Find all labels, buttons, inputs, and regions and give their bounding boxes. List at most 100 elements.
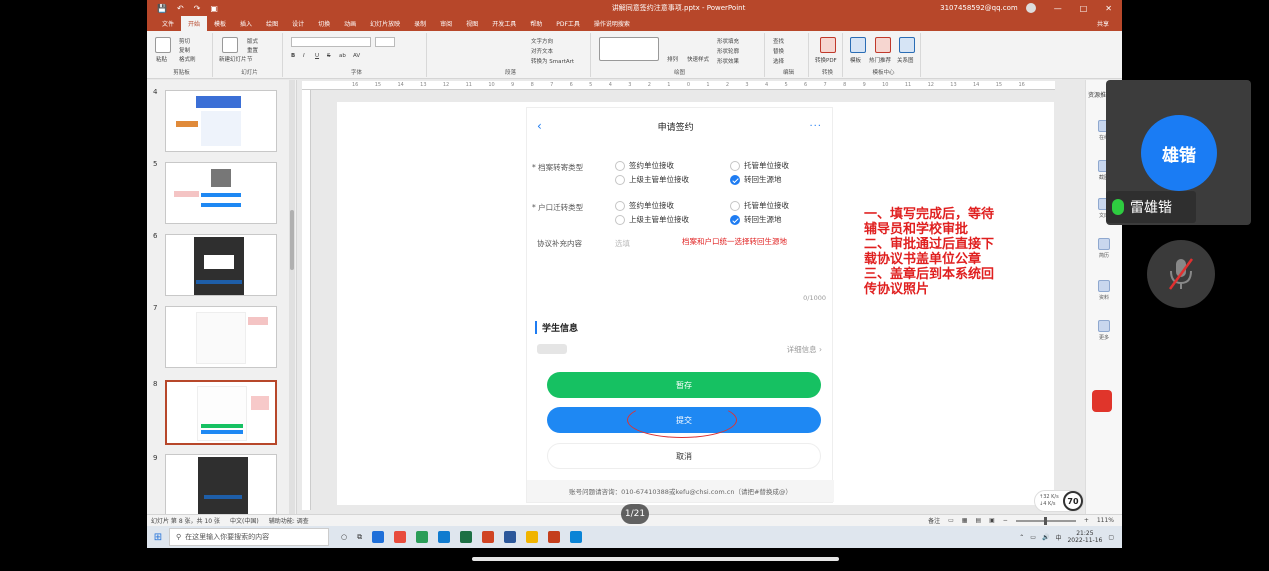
reading-view-icon[interactable]: ▤ [975,517,981,524]
maximize-icon[interactable]: □ [1080,4,1088,13]
zoom-level[interactable]: 111% [1097,517,1114,524]
tab-transitions[interactable]: 切换 [311,16,337,31]
zoom-out-icon[interactable]: − [1003,517,1008,524]
shape-effects-button[interactable]: 形状效果 [717,57,739,65]
slideshow-view-icon[interactable]: ▣ [989,517,995,524]
tab-file[interactable]: 文件 [155,16,181,31]
minimize-icon[interactable]: — [1054,4,1062,13]
template-button[interactable]: 模板 [850,56,861,64]
undo-icon[interactable]: ↶ [177,4,184,13]
slide-thumbnail[interactable] [165,306,277,368]
shape-fill-button[interactable]: 形状填充 [717,37,739,45]
save-icon[interactable]: 💾 [157,4,167,13]
home-indicator[interactable] [472,557,839,561]
accessibility-status[interactable]: 辅助功能: 调查 [269,516,309,525]
smartart-button[interactable]: 转换为 SmartArt [531,57,574,65]
tab-view[interactable]: 视图 [459,16,485,31]
bold-button[interactable]: B [291,53,295,59]
share-button[interactable]: 共享 [1090,16,1116,31]
quick-styles-button[interactable]: 快速样式 [687,55,709,63]
hot-recommend-icon[interactable] [875,37,891,53]
tab-insert[interactable]: 插入 [233,16,259,31]
tab-review[interactable]: 审阅 [433,16,459,31]
close-icon[interactable]: ✕ [1105,4,1112,13]
cut-button[interactable]: 剪切 [179,37,190,45]
excel-icon[interactable] [460,531,473,543]
layout-button[interactable]: 版式 [247,37,258,45]
slide-thumbnail[interactable] [165,234,277,296]
sorter-view-icon[interactable]: ▦ [962,517,968,524]
new-slide-icon[interactable] [222,37,238,53]
word-icon[interactable] [504,531,517,543]
powerpoint-icon[interactable] [482,531,495,543]
tab-home[interactable]: 开始 [181,16,208,31]
reset-button[interactable]: 重置 [247,46,258,54]
shape-outline-button[interactable]: 形状轮廓 [717,47,739,55]
format-painter-button[interactable]: 格式刷 [179,55,196,63]
strikethrough-button[interactable]: S [327,53,331,59]
new-slide-button[interactable]: 新建幻灯片 [219,55,247,63]
volume-icon[interactable]: 🔊 [1042,534,1049,541]
edge-icon[interactable] [438,531,451,543]
tab-slideshow[interactable]: 幻灯片放映 [363,16,407,31]
resource-item[interactable]: 简历 [1094,238,1114,259]
hot-recommend-button[interactable]: 热门推荐 [869,56,891,64]
thumbnail-scrollbar[interactable] [289,80,295,514]
windows-start-icon[interactable]: ⊞ [147,532,169,543]
normal-view-icon[interactable]: ▭ [948,517,954,524]
meeting-icon[interactable] [570,531,583,543]
mute-button[interactable] [1147,240,1215,308]
resource-item[interactable]: 资料 [1094,280,1114,301]
language-status[interactable]: 中文(中国) [230,516,259,525]
diagram-icon[interactable] [899,37,915,53]
italic-button[interactable]: I [303,53,305,59]
red-envelope-icon[interactable] [1092,390,1112,412]
paste-icon[interactable] [155,37,171,53]
pdf-icon[interactable] [820,37,836,53]
tab-templates[interactable]: 模板 [207,16,233,31]
shadow-button[interactable]: ab [339,53,346,59]
text-direction-button[interactable]: 文字方向 [531,37,553,45]
ime-indicator[interactable]: 中 [1055,533,1061,542]
tab-help[interactable]: 帮助 [523,16,549,31]
select-button[interactable]: 选择 [773,57,784,65]
resource-item[interactable]: 更多 [1094,320,1114,341]
shapes-gallery[interactable] [599,37,659,61]
notification-icon[interactable]: ▢ [1108,534,1114,541]
slide-thumbnail-selected[interactable] [165,380,277,445]
tab-developer[interactable]: 开发工具 [485,16,523,31]
explorer-icon[interactable] [526,531,539,543]
find-button[interactable]: 查找 [773,37,784,45]
tab-tell-me[interactable]: 操作说明搜索 [587,16,637,31]
account-email[interactable]: 3107458592@qq.com [940,4,1018,12]
notes-button[interactable]: 备注 [928,516,940,525]
slide-canvas[interactable]: ‹ 申请签约 ··· * 档案转寄类型 签约单位接收 托管单位接收 上级主管单位… [337,102,1054,505]
tab-record[interactable]: 录制 [407,16,433,31]
copy-button[interactable]: 复制 [179,46,190,54]
underline-button[interactable]: U [315,53,319,59]
zoom-in-icon[interactable]: + [1084,517,1089,524]
redo-icon[interactable]: ↷ [194,4,201,13]
app-icon[interactable] [394,531,407,543]
paste-button[interactable]: 粘贴 [156,55,167,63]
tray-arrow-icon[interactable]: ⌃ [1019,534,1024,541]
font-name-field[interactable] [291,37,371,47]
template-icon[interactable] [850,37,866,53]
network-speed-badge[interactable]: ↑32 K/s ↓4 K/s 70 [1034,490,1084,512]
tab-draw[interactable]: 绘图 [259,16,285,31]
account-avatar[interactable] [1025,3,1036,13]
slide-thumbnail[interactable] [165,162,277,224]
replace-button[interactable]: 替换 [773,47,784,55]
slide-thumbnail[interactable] [165,90,277,152]
char-spacing-button[interactable]: AV [353,53,360,59]
task-view-icon[interactable]: ⧉ [357,533,362,542]
cortana-icon[interactable]: ○ [341,533,347,541]
slide-thumbnail[interactable] [165,454,277,516]
section-button[interactable]: 节 [247,55,253,63]
diagram-button[interactable]: 关系图 [897,56,914,64]
arrange-button[interactable]: 排列 [667,55,678,63]
convert-pdf-button[interactable]: 转换PDF [815,56,837,64]
wps-icon[interactable] [548,531,561,543]
app-icon[interactable] [372,531,385,543]
network-icon[interactable]: ▭ [1030,534,1036,541]
